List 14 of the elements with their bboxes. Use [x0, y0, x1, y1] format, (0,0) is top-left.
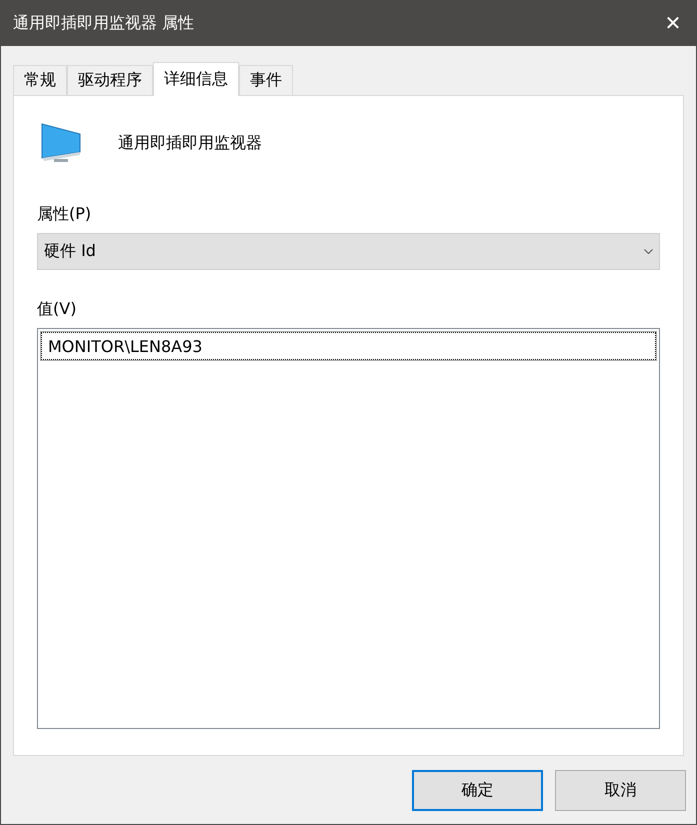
ok-button[interactable]: 确定: [412, 770, 543, 811]
list-item[interactable]: MONITOR\LEN8A93: [41, 332, 656, 360]
cancel-button[interactable]: 取消: [555, 770, 686, 811]
chevron-down-icon: [644, 249, 653, 254]
tab[interactable]: 事件: [239, 65, 293, 95]
tab[interactable]: 驱动程序: [67, 65, 153, 95]
property-dropdown[interactable]: 硬件 Id: [37, 233, 660, 270]
window-title: 通用即插即用监视器 属性: [13, 12, 194, 34]
value-label: 值(V): [37, 299, 78, 320]
property-label: 属性(P): [37, 204, 92, 225]
tab[interactable]: 详细信息: [153, 62, 239, 96]
tab[interactable]: 常规: [13, 65, 67, 95]
device-name: 通用即插即用监视器: [118, 132, 262, 154]
close-button[interactable]: ✕: [650, 0, 696, 46]
